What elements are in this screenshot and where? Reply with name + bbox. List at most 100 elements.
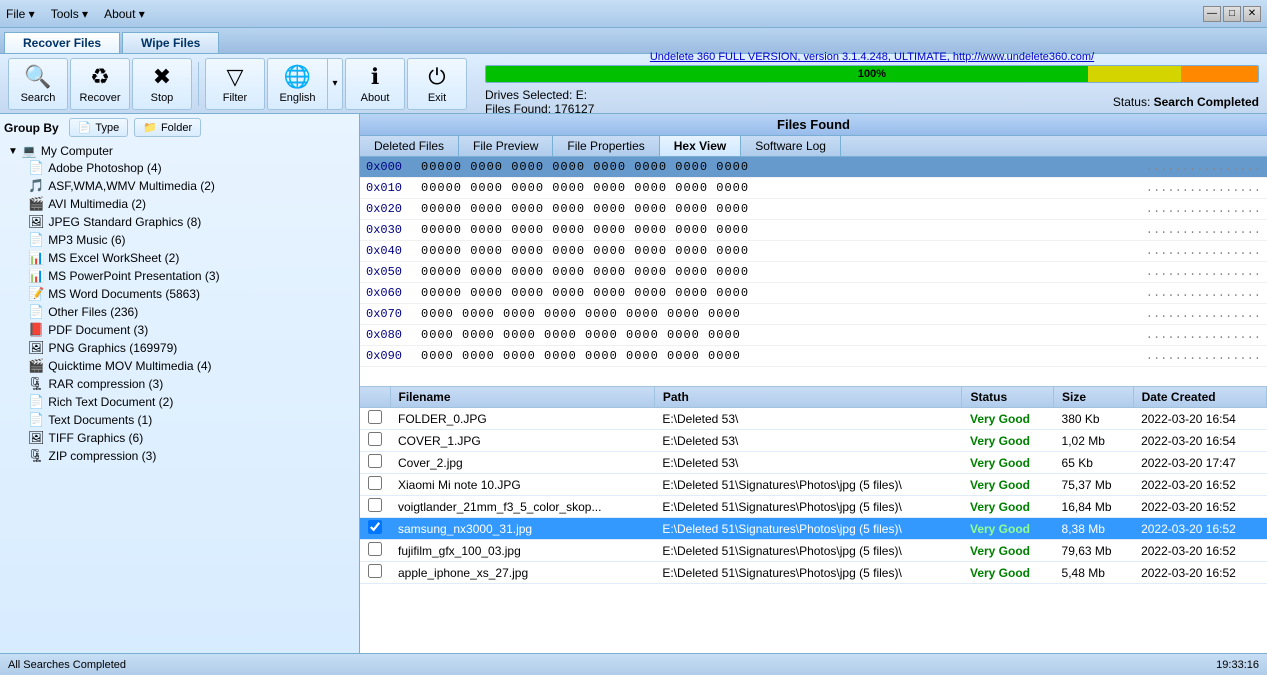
row-checkbox-7[interactable]: [360, 562, 390, 584]
menu-tools[interactable]: Tools ▾: [51, 7, 88, 21]
minimize-button[interactable]: —: [1203, 6, 1221, 22]
table-row-7[interactable]: apple_iphone_xs_27.jpg E:\Deleted 51\Sig…: [360, 562, 1267, 584]
filter-label: Filter: [223, 92, 247, 104]
col-path[interactable]: Path: [654, 387, 962, 408]
close-button[interactable]: ✕: [1243, 6, 1261, 22]
hex-row-2[interactable]: 0x02000000 0000 0000 0000 0000 0000 0000…: [360, 199, 1267, 220]
tree-item-11[interactable]: 🎬Quicktime MOV Multimedia (4): [24, 357, 355, 375]
separator-1: [198, 62, 199, 106]
filter-button[interactable]: ▽ Filter: [205, 58, 265, 110]
tree-item-7[interactable]: 📝MS Word Documents (5863): [24, 285, 355, 303]
row-checkbox-4[interactable]: [360, 496, 390, 518]
row-checkbox-6[interactable]: [360, 540, 390, 562]
status-bar-right: 19:33:16: [1216, 659, 1259, 671]
hex-row-9[interactable]: 0x0900000 0000 0000 0000 0000 0000 0000 …: [360, 346, 1267, 367]
table-row-2[interactable]: Cover_2.jpg E:\Deleted 53\ Very Good 65 …: [360, 452, 1267, 474]
tree-item-6[interactable]: 📊MS PowerPoint Presentation (3): [24, 267, 355, 285]
hex-view[interactable]: 0x00000000 0000 0000 0000 0000 0000 0000…: [360, 157, 1267, 387]
app-link[interactable]: Undelete 360 FULL VERSION, version 3.1.4…: [485, 51, 1259, 63]
col-filename[interactable]: Filename: [390, 387, 654, 408]
menu-about[interactable]: About ▾: [104, 7, 145, 21]
table-row-1[interactable]: COVER_1.JPG E:\Deleted 53\ Very Good 1,0…: [360, 430, 1267, 452]
tree-item-16[interactable]: 🗜ZIP compression (3): [24, 447, 355, 465]
expand-icon: ▼: [8, 146, 18, 157]
tree-item-5[interactable]: 📊MS Excel WorkSheet (2): [24, 249, 355, 267]
tree-label-10: PNG Graphics (169979): [49, 341, 178, 355]
computer-icon: 💻: [22, 144, 37, 158]
row-checkbox-3[interactable]: [360, 474, 390, 496]
hex-row-0[interactable]: 0x00000000 0000 0000 0000 0000 0000 0000…: [360, 157, 1267, 178]
tree-label-5: MS Excel WorkSheet (2): [48, 251, 179, 265]
hex-bytes-2: 00000 0000 0000 0000 0000 0000 0000 0000: [421, 199, 1121, 219]
maximize-button[interactable]: □: [1223, 6, 1241, 22]
type-btn[interactable]: 📄 Type: [69, 118, 129, 137]
hex-row-7[interactable]: 0x0700000 0000 0000 0000 0000 0000 0000 …: [360, 304, 1267, 325]
row-checkbox-1[interactable]: [360, 430, 390, 452]
tab-recover-files[interactable]: Recover Files: [4, 32, 120, 53]
row-checkbox-5[interactable]: [360, 518, 390, 540]
tab-wipe-files[interactable]: Wipe Files: [122, 32, 219, 53]
hex-row-3[interactable]: 0x03000000 0000 0000 0000 0000 0000 0000…: [360, 220, 1267, 241]
tree-icon-2: 🎬: [28, 196, 44, 212]
col-size[interactable]: Size: [1054, 387, 1134, 408]
recover-button[interactable]: ♻ Recover: [70, 58, 130, 110]
language-button[interactable]: 🌐 English: [267, 58, 327, 110]
table-row-6[interactable]: fujifilm_gfx_100_03.jpg E:\Deleted 51\Si…: [360, 540, 1267, 562]
hex-addr-6: 0x060: [366, 283, 421, 303]
table-row-0[interactable]: FOLDER_0.JPG E:\Deleted 53\ Very Good 38…: [360, 408, 1267, 430]
tree-label-7: MS Word Documents (5863): [48, 287, 200, 301]
table-row-4[interactable]: voigtlander_21mm_f3_5_color_skop... E:\D…: [360, 496, 1267, 518]
files-table: Filename Path Status Size Date Created F…: [360, 387, 1267, 584]
language-arrow[interactable]: ▾: [327, 58, 343, 110]
tree-root-mycomputer[interactable]: ▼ 💻 My Computer: [4, 143, 355, 159]
hex-row-1[interactable]: 0x01000000 0000 0000 0000 0000 0000 0000…: [360, 178, 1267, 199]
tree-item-8[interactable]: 📄Other Files (236): [24, 303, 355, 321]
hex-row-6[interactable]: 0x06000000 0000 0000 0000 0000 0000 0000…: [360, 283, 1267, 304]
table-row-3[interactable]: Xiaomi Mi note 10.JPG E:\Deleted 51\Sign…: [360, 474, 1267, 496]
hex-bytes-1: 00000 0000 0000 0000 0000 0000 0000 0000: [421, 178, 1121, 198]
tab-software-log[interactable]: Software Log: [741, 136, 841, 156]
tab-hex-view[interactable]: Hex View: [660, 136, 741, 156]
col-status[interactable]: Status: [962, 387, 1054, 408]
tree-item-13[interactable]: 📄Rich Text Document (2): [24, 393, 355, 411]
col-date[interactable]: Date Created: [1133, 387, 1266, 408]
tree-item-3[interactable]: 🖼JPEG Standard Graphics (8): [24, 213, 355, 231]
status-bar-left: All Searches Completed: [8, 659, 126, 671]
tree-label-14: Text Documents (1): [48, 413, 152, 427]
tab-file-properties[interactable]: File Properties: [553, 136, 659, 156]
row-path-6: E:\Deleted 51\Signatures\Photos\jpg (5 f…: [654, 540, 962, 562]
hex-row-8[interactable]: 0x0800000 0000 0000 0000 0000 0000 0000 …: [360, 325, 1267, 346]
tab-file-preview[interactable]: File Preview: [459, 136, 553, 156]
tree-item-4[interactable]: 📄MP3 Music (6): [24, 231, 355, 249]
row-date-1: 2022-03-20 16:54: [1133, 430, 1266, 452]
tab-deleted-files[interactable]: Deleted Files: [360, 136, 459, 156]
row-status-2: Very Good: [962, 452, 1054, 474]
main-content: Group By 📄 Type 📁 Folder ▼ 💻 My Computer…: [0, 114, 1267, 653]
tree-item-10[interactable]: 🖼PNG Graphics (169979): [24, 339, 355, 357]
hex-row-5[interactable]: 0x05000000 0000 0000 0000 0000 0000 0000…: [360, 262, 1267, 283]
exit-button[interactable]: ⏻ Exit: [407, 58, 467, 110]
tree-item-2[interactable]: 🎬AVI Multimedia (2): [24, 195, 355, 213]
stop-button[interactable]: ✖ Stop: [132, 58, 192, 110]
tree-item-15[interactable]: 🖼TIFF Graphics (6): [24, 429, 355, 447]
tree-item-0[interactable]: 📄Adobe Photoshop (4): [24, 159, 355, 177]
tree-item-1[interactable]: 🎵ASF,WMA,WMV Multimedia (2): [24, 177, 355, 195]
tree-root-label: My Computer: [41, 144, 113, 158]
row-checkbox-0[interactable]: [360, 408, 390, 430]
folder-btn[interactable]: 📁 Folder: [134, 118, 201, 137]
row-checkbox-2[interactable]: [360, 452, 390, 474]
row-path-4: E:\Deleted 51\Signatures\Photos\jpg (5 f…: [654, 496, 962, 518]
stop-label: Stop: [151, 92, 174, 104]
tree-item-14[interactable]: 📄Text Documents (1): [24, 411, 355, 429]
menu-file[interactable]: File ▾: [6, 7, 35, 21]
about-button[interactable]: ℹ About: [345, 58, 405, 110]
row-status-0: Very Good: [962, 408, 1054, 430]
hex-row-4[interactable]: 0x04000000 0000 0000 0000 0000 0000 0000…: [360, 241, 1267, 262]
hex-ascii-0: ................: [1121, 157, 1261, 177]
tree-item-12[interactable]: 🗜RAR compression (3): [24, 375, 355, 393]
search-button[interactable]: 🔍 Search: [8, 58, 68, 110]
row-size-7: 5,48 Mb: [1054, 562, 1134, 584]
tree-item-9[interactable]: 📕PDF Document (3): [24, 321, 355, 339]
tree-label-16: ZIP compression (3): [49, 449, 157, 463]
table-row-5[interactable]: samsung_nx3000_31.jpg E:\Deleted 51\Sign…: [360, 518, 1267, 540]
